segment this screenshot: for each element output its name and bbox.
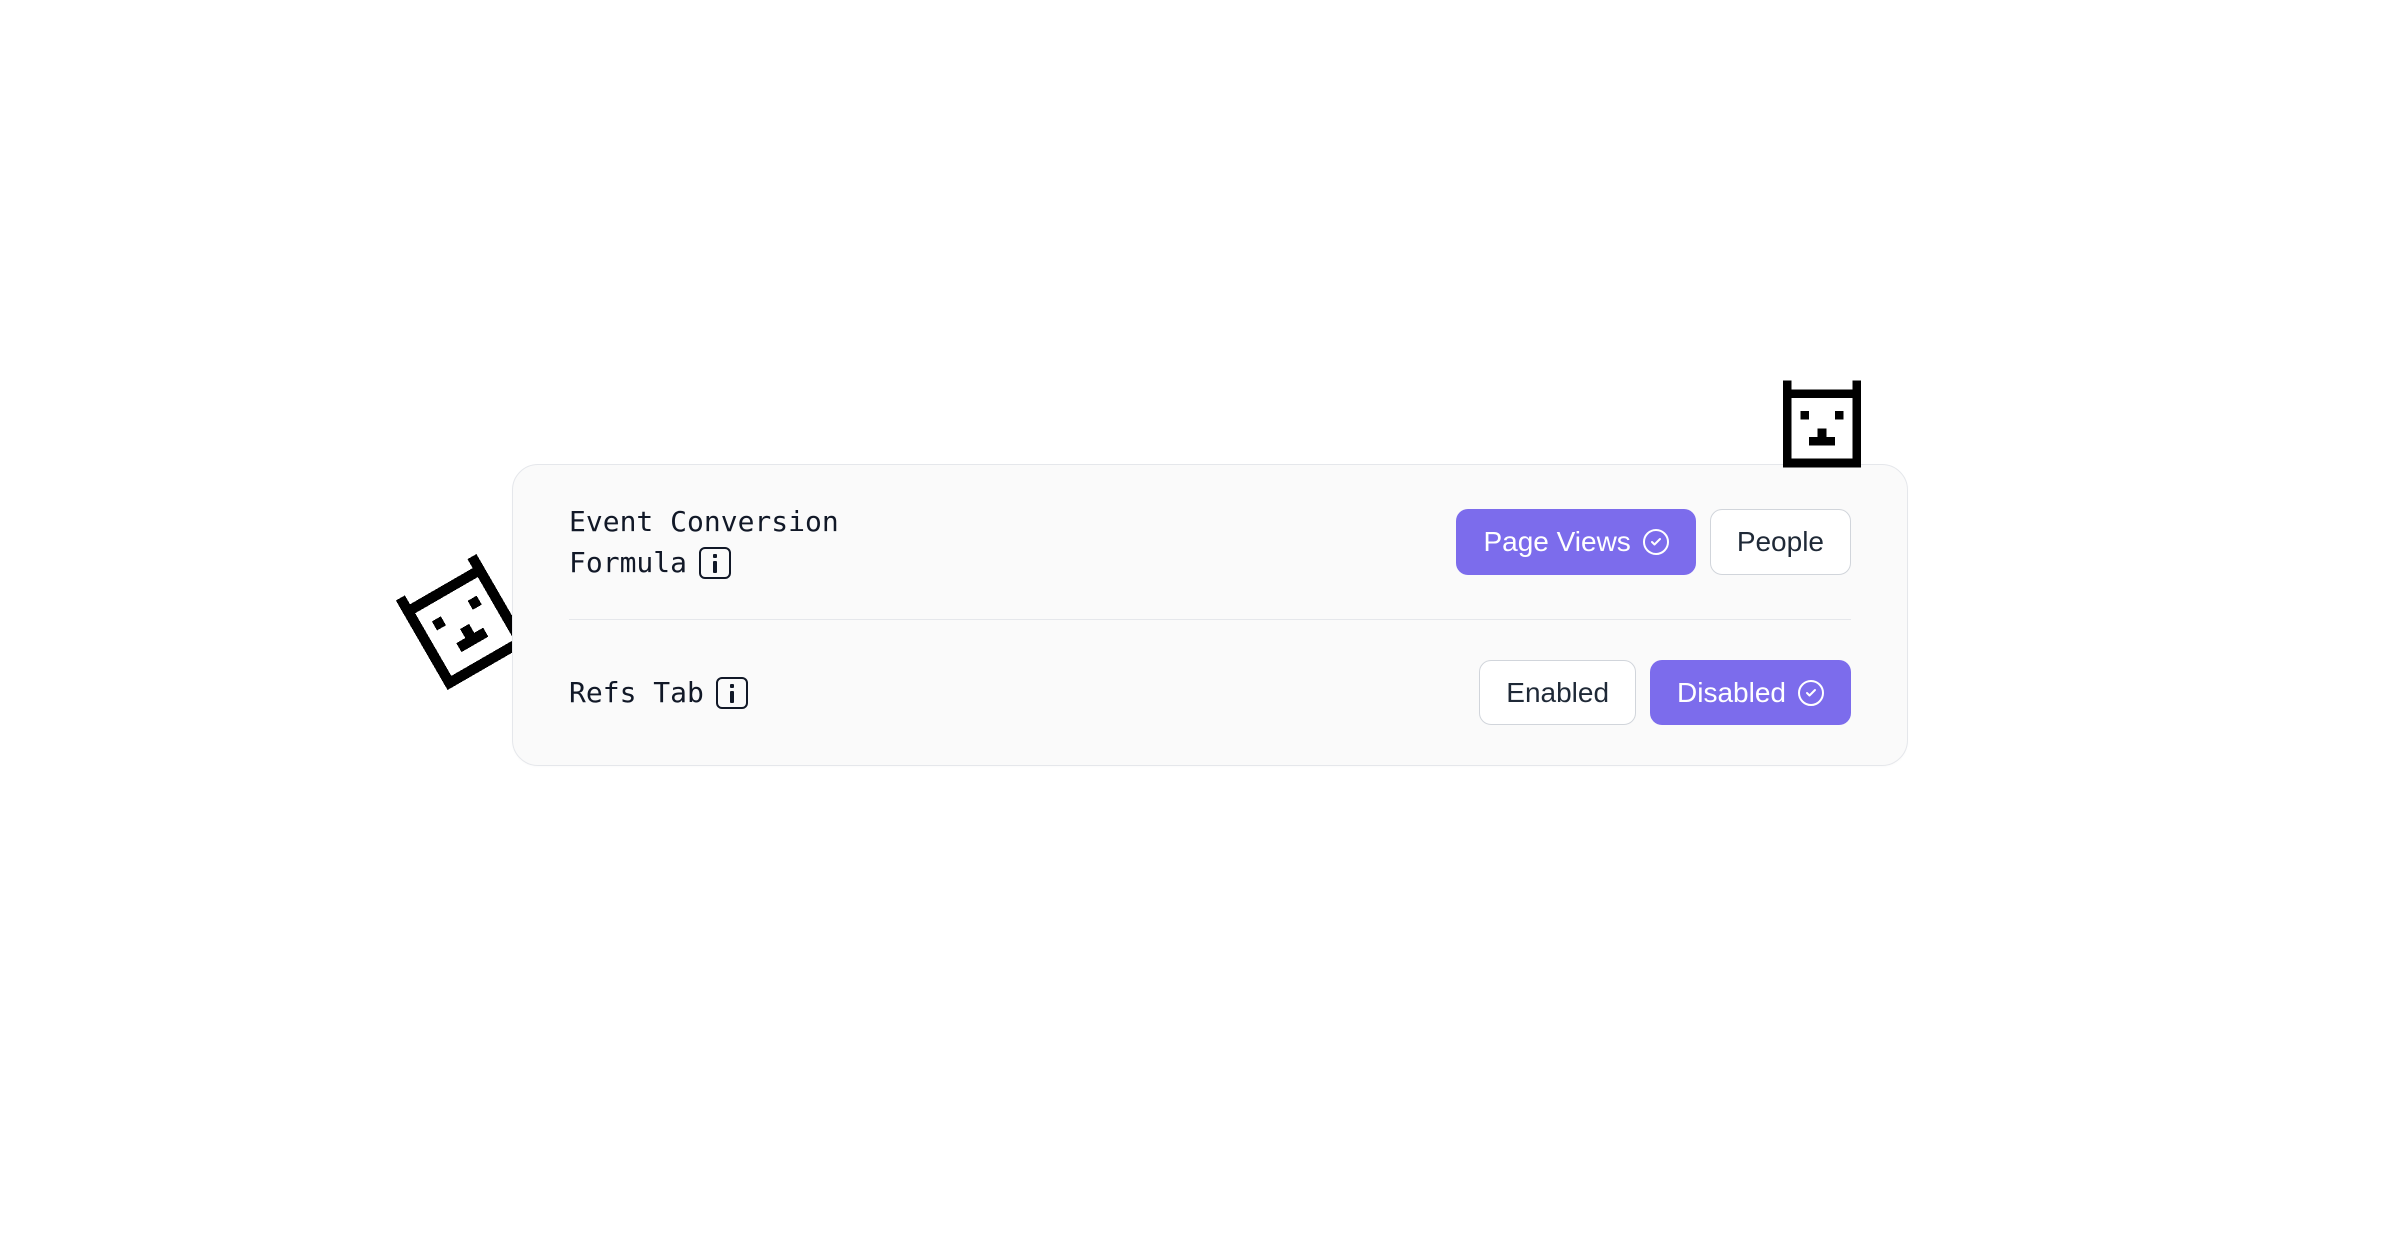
setting-row-event-conversion: Event Conversion Formula Page Views Peop…: [569, 465, 1851, 620]
check-circle-icon: [1798, 680, 1824, 706]
option-disabled[interactable]: Disabled: [1650, 660, 1851, 725]
option-label: People: [1737, 522, 1824, 561]
setting-label-group: Refs Tab: [569, 676, 748, 709]
setting-row-refs-tab: Refs Tab Enabled Disabled: [569, 620, 1851, 765]
toggle-group: Enabled Disabled: [1479, 660, 1851, 725]
option-page-views[interactable]: Page Views: [1456, 509, 1695, 574]
check-circle-icon: [1643, 529, 1669, 555]
info-icon[interactable]: [716, 677, 748, 709]
setting-label-line1: Refs Tab: [569, 676, 704, 709]
setting-label-group: Event Conversion Formula: [569, 505, 839, 579]
option-enabled[interactable]: Enabled: [1479, 660, 1636, 725]
option-label: Page Views: [1483, 522, 1630, 561]
info-icon[interactable]: [699, 547, 731, 579]
toggle-group: Page Views People: [1456, 509, 1851, 574]
option-people[interactable]: People: [1710, 509, 1851, 574]
bear-decoration-top: [1770, 372, 1874, 476]
setting-label-line1: Event Conversion: [569, 505, 839, 538]
option-label: Enabled: [1506, 673, 1609, 712]
option-label: Disabled: [1677, 673, 1786, 712]
settings-card: Event Conversion Formula Page Views Peop…: [512, 464, 1908, 766]
setting-label-line2: Formula: [569, 546, 687, 579]
